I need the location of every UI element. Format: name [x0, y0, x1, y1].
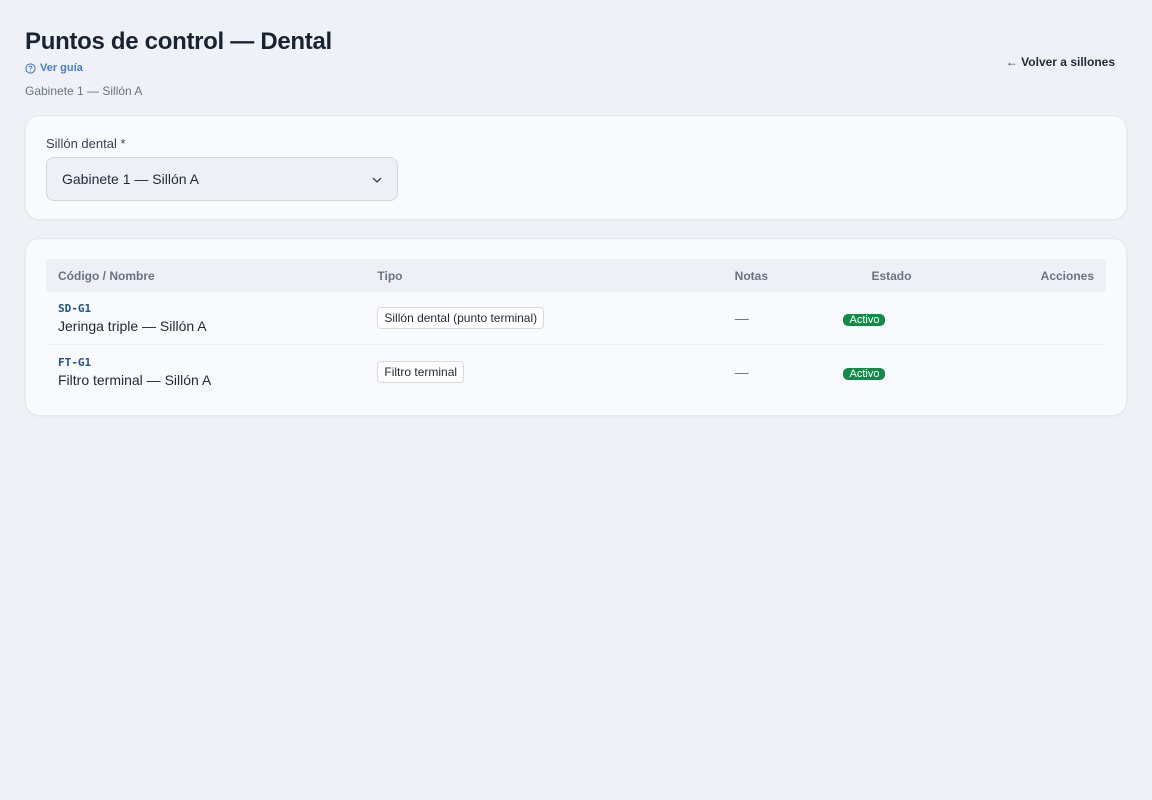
breadcrumb: Gabinete 1 — Sillón A	[25, 84, 143, 98]
point-code: SD-G1	[58, 302, 92, 315]
table-row[interactable]: SD-G1 Jeringa triple — Sillón A Sillón d…	[46, 292, 1106, 345]
point-name: Jeringa triple — Sillón A	[58, 318, 207, 334]
status-badge: Activo	[843, 367, 886, 380]
code-name-cell: SD-G1 Jeringa triple — Sillón A	[46, 302, 377, 334]
guide-link[interactable]: Ver guía	[25, 62, 83, 74]
column-header-type: Tipo	[377, 268, 403, 283]
status-cell: Activo	[843, 310, 988, 326]
point-code: FT-G1	[58, 355, 92, 369]
column-header-actions: Acciones	[1040, 268, 1095, 283]
type-tag: Filtro terminal	[377, 360, 465, 383]
type-tag: Sillón dental (punto terminal)	[377, 307, 545, 329]
control-points-table-card: Código / Nombre Tipo Notas Estado Accion…	[25, 238, 1127, 416]
chair-select-label: Sillón dental *	[46, 136, 126, 151]
status-cell: Activo	[843, 364, 988, 380]
chair-select[interactable]: Gabinete 1 — Sillón A	[46, 157, 398, 201]
point-name: Filtro terminal — Sillón A	[58, 371, 212, 388]
table-header: Código / Nombre Tipo Notas Estado Accion…	[46, 259, 1106, 292]
code-name-cell: FT-G1 Filtro terminal — Sillón A	[46, 356, 377, 388]
type-cell: Sillón dental (punto terminal)	[377, 307, 734, 329]
chair-selector-card: Sillón dental * Gabinete 1 — Sillón A	[25, 115, 1127, 220]
type-cell: Filtro terminal	[377, 360, 734, 383]
status-badge: Activo	[843, 314, 886, 326]
chevron-down-icon	[372, 177, 382, 183]
guide-link-label: Ver guía	[40, 62, 83, 74]
back-to-chairs-link[interactable]: ← Volver a sillones	[1006, 55, 1115, 69]
page-header: Puntos de control — Dental Ver guía Gabi…	[25, 0, 1127, 115]
notes-cell: —	[734, 363, 749, 380]
column-header-code: Código / Nombre	[58, 268, 155, 283]
page-title: Puntos de control — Dental	[25, 28, 332, 55]
chair-select-value: Gabinete 1 — Sillón A	[62, 171, 199, 187]
help-circle-icon	[25, 62, 36, 74]
column-header-status: Estado	[871, 268, 912, 283]
column-header-notes: Notas	[734, 268, 769, 283]
notes-cell: —	[734, 310, 749, 326]
table-row[interactable]: FT-G1 Filtro terminal — Sillón A Filtro …	[46, 345, 1106, 398]
page: Puntos de control — Dental Ver guía Gabi…	[0, 0, 1152, 800]
